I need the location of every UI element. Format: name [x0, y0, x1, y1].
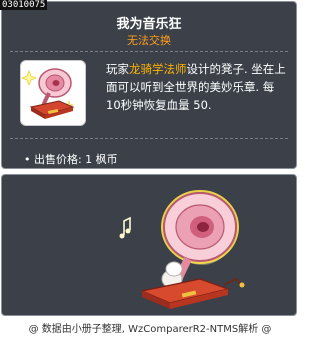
music-note-icon [119, 216, 131, 239]
gramophone-chair-preview [119, 190, 245, 309]
description-designer: 龙骑学法师 [129, 62, 187, 76]
sale-price: • 出售价格: 1 枫币 [24, 153, 118, 166]
divider-bottom [10, 138, 288, 139]
gramophone-chair-icon [21, 68, 75, 119]
item-preview-panel [1, 174, 297, 316]
item-title: 我为音乐狂 [116, 17, 182, 32]
item-icon-frame [20, 60, 86, 126]
item-id: 03010075 [0, 0, 48, 10]
divider-top [10, 51, 288, 52]
description-prefix: 玩家 [106, 62, 129, 76]
item-tooltip: 我为音乐狂 无法交换 玩家龙骑学法师设计的凳子. 坐在上面可以听到全世界的美妙乐… [1, 1, 297, 169]
item-description: 玩家龙骑学法师设计的凳子. 坐在上面可以听到全世界的美妙乐章. 每10秒钟恢复血… [106, 60, 288, 114]
footer-credit: @ 数据由小册子整理, WzComparerR2-NTMS解析 @ [28, 324, 272, 335]
item-trade-restriction: 无法交换 [127, 34, 171, 47]
